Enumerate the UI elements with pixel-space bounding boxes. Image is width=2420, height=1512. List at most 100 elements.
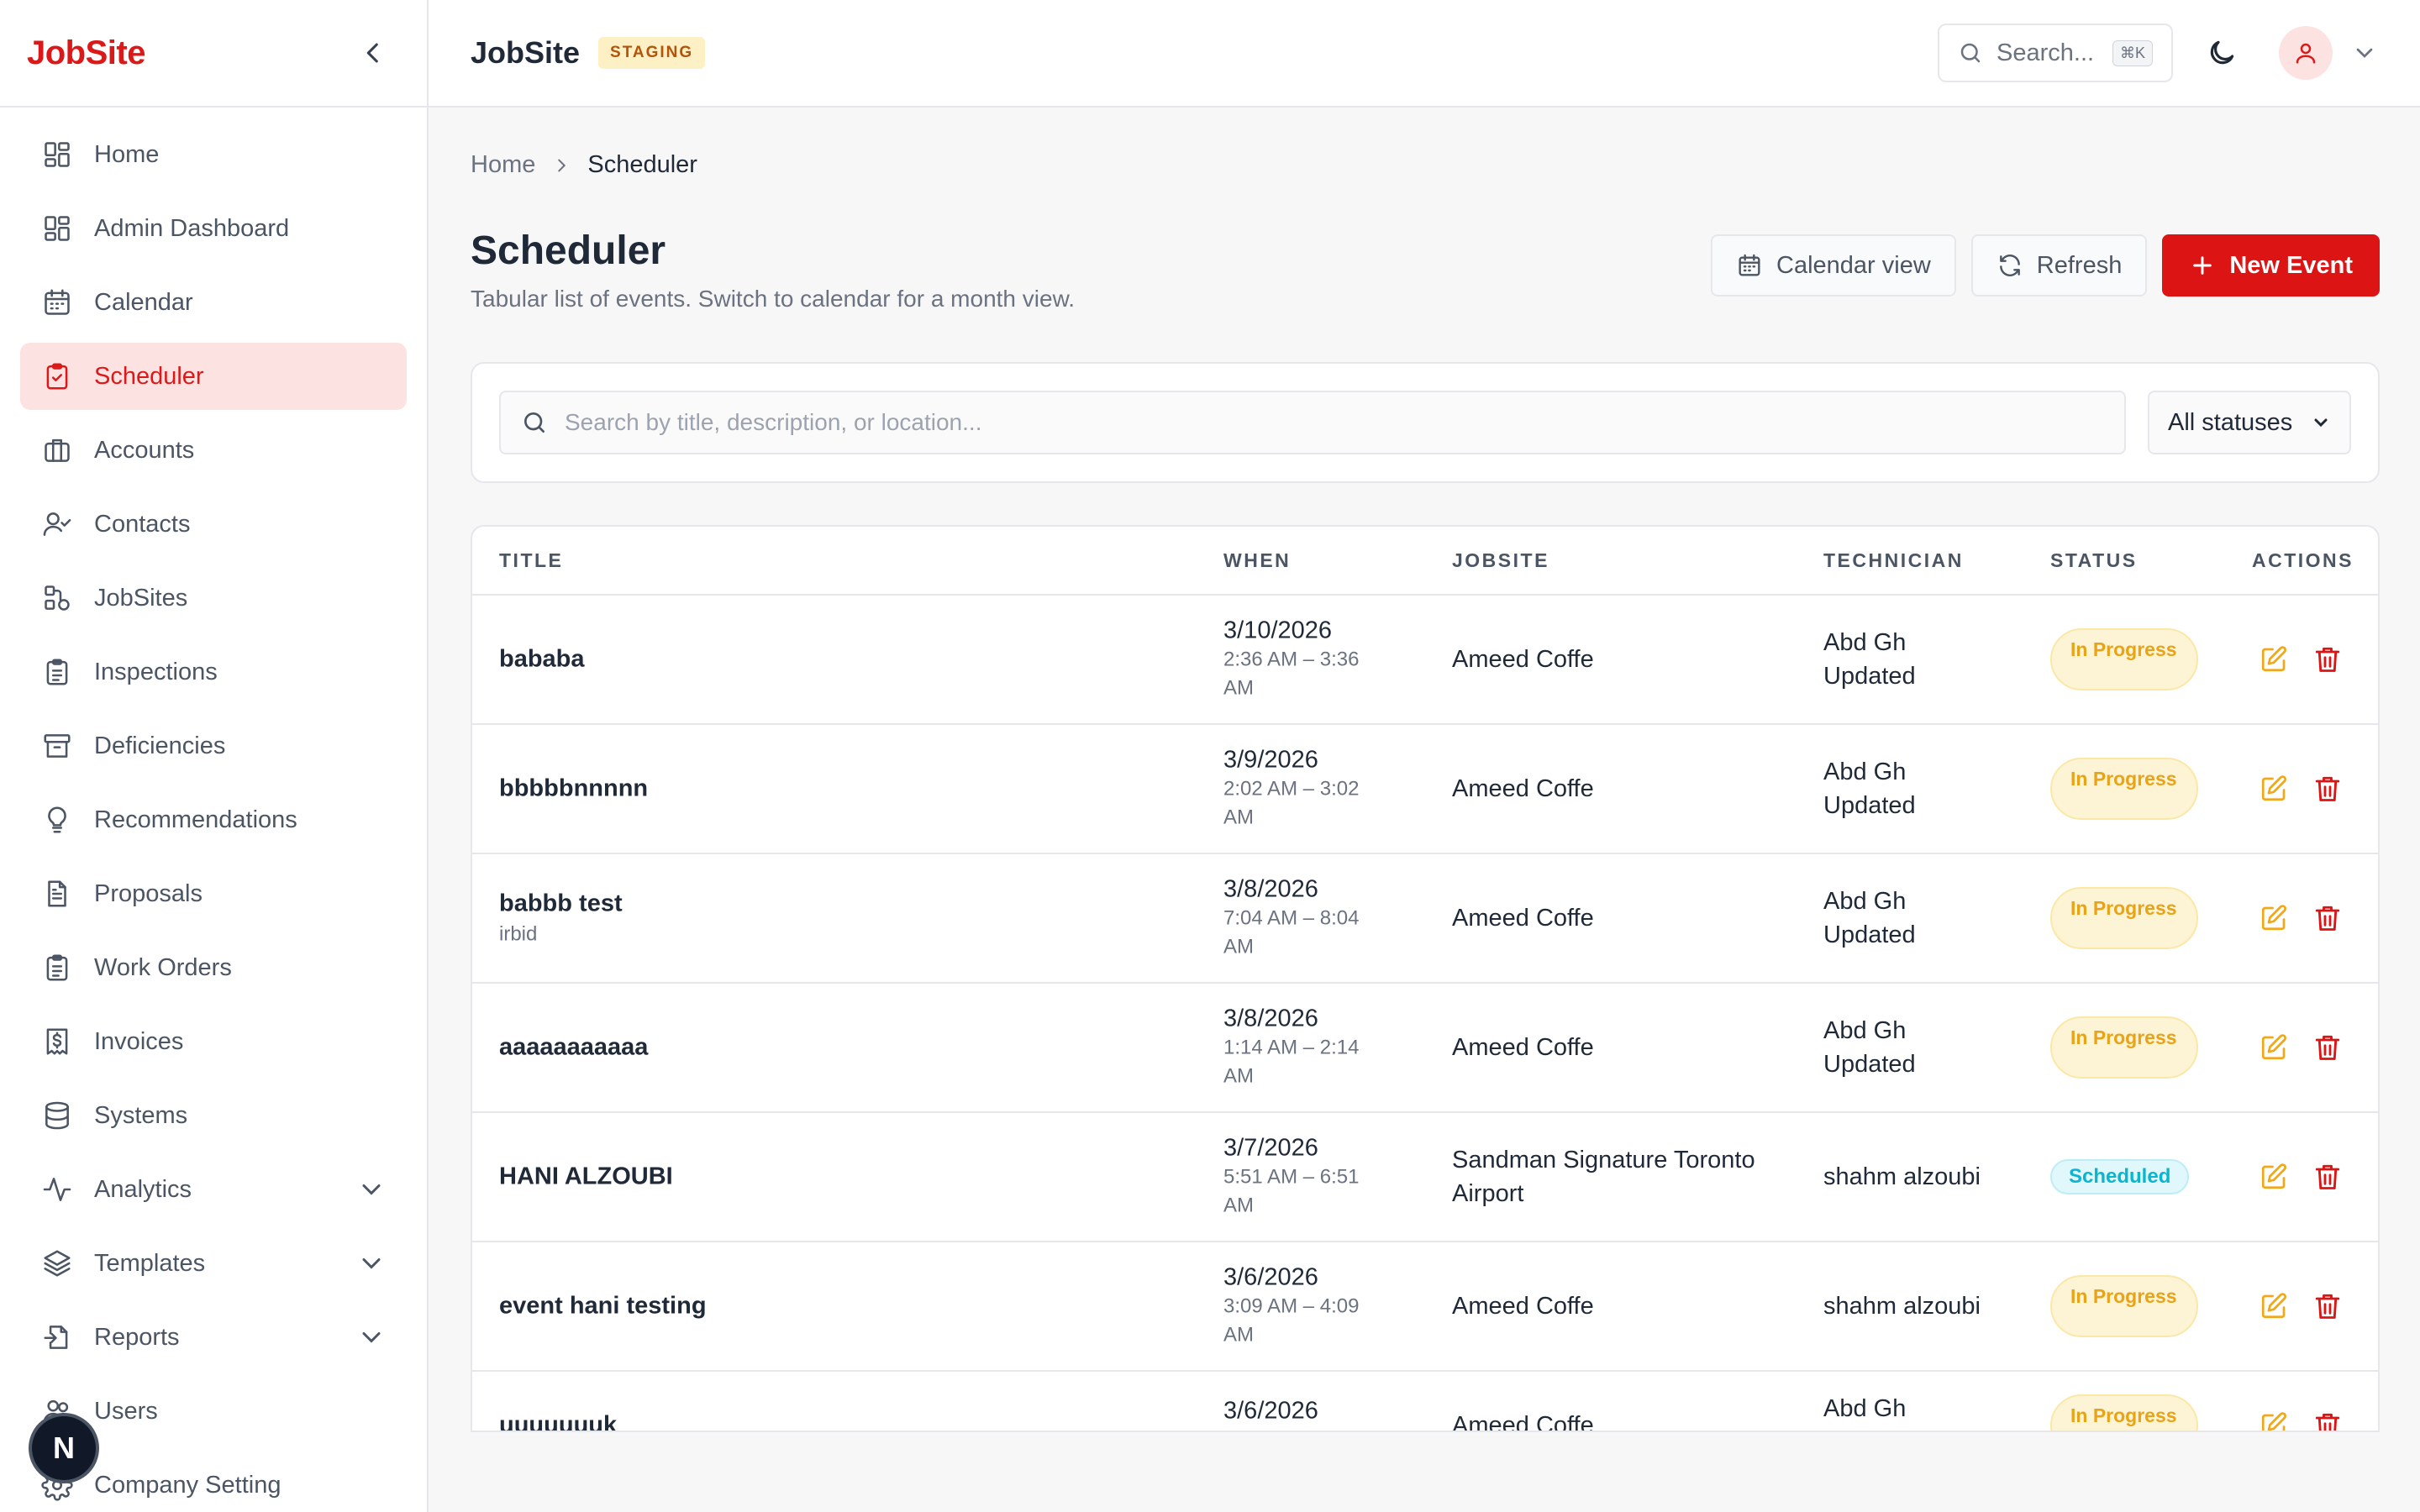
sidebar-item-systems[interactable]: Systems bbox=[20, 1082, 407, 1149]
breadcrumb-home[interactable]: Home bbox=[471, 151, 535, 179]
column-header-title[interactable]: TITLE bbox=[499, 549, 563, 572]
file-export-icon bbox=[40, 1320, 74, 1354]
event-time-suffix: AM bbox=[1223, 676, 1254, 700]
edit-button[interactable] bbox=[2259, 1291, 2289, 1321]
edit-button[interactable] bbox=[2259, 903, 2289, 933]
page-header: Scheduler Tabular list of events. Switch… bbox=[471, 228, 2380, 320]
delete-button[interactable] bbox=[2312, 903, 2343, 933]
event-title-cell: babbb test irbid bbox=[499, 890, 623, 947]
column-header-technician[interactable]: TECHNICIAN bbox=[1823, 549, 1964, 572]
table-row[interactable]: babbb test irbid 3/8/2026 7:04 AM – 8:04 AM A… bbox=[472, 854, 2378, 984]
chevron-down-icon[interactable] bbox=[356, 1174, 387, 1205]
event-title[interactable]: aaaaaaaaaaa bbox=[499, 1034, 648, 1062]
status-filter-select[interactable]: All statuses bbox=[2148, 391, 2351, 454]
delete-button[interactable] bbox=[2312, 1410, 2343, 1431]
sidebar-item-label: Analytics bbox=[94, 1175, 192, 1203]
edit-button[interactable] bbox=[2259, 644, 2289, 675]
global-search[interactable]: Search... ⌘K bbox=[1938, 24, 2173, 82]
sidebar-item-label: Inspections bbox=[94, 658, 218, 685]
edit-button[interactable] bbox=[2259, 774, 2289, 804]
event-time-range: 2:02 AM – 3:02 bbox=[1223, 777, 1360, 801]
event-time-suffix: AM bbox=[1223, 1323, 1254, 1347]
delete-button[interactable] bbox=[2312, 774, 2343, 804]
trash-icon bbox=[2315, 906, 2340, 931]
edit-button[interactable] bbox=[2259, 1410, 2289, 1431]
event-title[interactable]: babbb test bbox=[499, 890, 623, 918]
theme-toggle-button[interactable] bbox=[2196, 28, 2247, 78]
sidebar-item-calendar[interactable]: Calendar bbox=[20, 269, 407, 336]
sidebar-item-reports[interactable]: Reports bbox=[20, 1304, 407, 1371]
sidebar-item-templates[interactable]: Templates bbox=[20, 1230, 407, 1297]
event-time-range: 1:11 AM – 2:11 AM bbox=[1223, 1427, 1392, 1431]
sidebar-item-invoices[interactable]: Invoices bbox=[20, 1008, 407, 1075]
calendar-view-button[interactable]: Calendar view bbox=[1711, 234, 1956, 297]
sidebar-item-analytics[interactable]: Analytics bbox=[20, 1156, 407, 1223]
calendar-view-label: Calendar view bbox=[1776, 251, 1931, 279]
user-check-icon bbox=[40, 507, 74, 541]
trash-icon bbox=[2315, 647, 2340, 672]
sidebar-item-scheduler[interactable]: Scheduler bbox=[20, 343, 407, 410]
chevron-down-icon[interactable] bbox=[356, 1248, 387, 1278]
sidebar-item-inspections[interactable]: Inspections bbox=[20, 638, 407, 706]
sidebar-item-home[interactable]: Home bbox=[20, 121, 407, 188]
sidebar-item-contacts[interactable]: Contacts bbox=[20, 491, 407, 558]
column-header-status[interactable]: STATUS bbox=[2050, 549, 2138, 572]
event-title[interactable]: HANI ALZOUBI bbox=[499, 1163, 673, 1191]
event-search[interactable] bbox=[499, 391, 2126, 454]
delete-button[interactable] bbox=[2312, 1291, 2343, 1321]
sidebar-item-label: Scheduler bbox=[94, 362, 204, 390]
app-logo[interactable]: JobSite bbox=[27, 34, 145, 72]
table-row[interactable]: bababa 3/10/2026 2:36 AM – 3:36 AM Ameed Cof… bbox=[472, 596, 2378, 725]
event-time-range: 5:51 AM – 6:51 bbox=[1223, 1165, 1360, 1189]
layers-icon bbox=[40, 1247, 74, 1280]
table-row[interactable]: aaaaaaaaaaa 3/8/2026 1:14 AM – 2:14 AM Ameed… bbox=[472, 984, 2378, 1113]
event-title[interactable]: event hani testing bbox=[499, 1293, 707, 1320]
event-title-cell: HANI ALZOUBI bbox=[499, 1163, 673, 1191]
sidebar-item-jobsites[interactable]: JobSites bbox=[20, 564, 407, 632]
chevron-left-icon bbox=[366, 43, 378, 63]
sidebar-item-deficiencies[interactable]: Deficiencies bbox=[20, 712, 407, 780]
sidebar-item-recommendations[interactable]: Recommendations bbox=[20, 786, 407, 853]
edit-icon bbox=[2261, 775, 2287, 801]
new-event-button[interactable]: New Event bbox=[2162, 234, 2380, 297]
event-title[interactable]: uuuuuuuk bbox=[499, 1412, 617, 1431]
column-header-jobsite[interactable]: JOBSITE bbox=[1452, 549, 1549, 572]
collapse-sidebar-button[interactable] bbox=[356, 36, 390, 70]
edit-button[interactable] bbox=[2259, 1032, 2289, 1063]
briefcase-icon bbox=[40, 433, 74, 467]
sidebar-item-work-orders[interactable]: Work Orders bbox=[20, 934, 407, 1001]
user-avatar[interactable] bbox=[2279, 26, 2333, 80]
sidebar-item-label: Work Orders bbox=[94, 953, 232, 981]
search-shortcut: ⌘K bbox=[2112, 39, 2153, 66]
event-title[interactable]: bbbbbnnnnn bbox=[499, 775, 648, 803]
event-status-cell: In Progress bbox=[2050, 628, 2198, 690]
status-badge: In Progress bbox=[2050, 758, 2198, 820]
event-technician: shahm alzoubi bbox=[1823, 1293, 1981, 1320]
event-search-input[interactable] bbox=[565, 409, 2104, 436]
delete-button[interactable] bbox=[2312, 1162, 2343, 1192]
sidebar-item-proposals[interactable]: Proposals bbox=[20, 860, 407, 927]
filter-card: All statuses bbox=[471, 362, 2380, 483]
sidebar-item-label: Home bbox=[94, 140, 160, 168]
sidebar-item-label: Templates bbox=[94, 1249, 206, 1277]
event-title[interactable]: bababa bbox=[499, 646, 585, 674]
sidebar-item-label: Company Setting bbox=[94, 1471, 281, 1499]
table-row[interactable]: uuuuuuuk 3/6/2026 1:11 AM – 2:11 AM Ameed C… bbox=[472, 1372, 2378, 1431]
column-header-when[interactable]: WHEN bbox=[1223, 549, 1291, 572]
event-title-cell: uuuuuuuk bbox=[499, 1412, 617, 1431]
refresh-button[interactable]: Refresh bbox=[1970, 234, 2148, 297]
status-badge: In Progress bbox=[2050, 1394, 2198, 1431]
floating-dev-badge[interactable]: N bbox=[32, 1416, 96, 1480]
sidebar-item-accounts[interactable]: Accounts bbox=[20, 417, 407, 484]
event-technician: Abd Gh Updated bbox=[1823, 1395, 1916, 1431]
table-row[interactable]: HANI ALZOUBI 3/7/2026 5:51 AM – 6:51 AM Sand… bbox=[472, 1113, 2378, 1242]
table-row[interactable]: bbbbbnnnnn 3/9/2026 2:02 AM – 3:02 AM Ameed … bbox=[472, 725, 2378, 854]
event-description: irbid bbox=[499, 922, 538, 946]
chevron-down-icon[interactable] bbox=[356, 1322, 387, 1352]
delete-button[interactable] bbox=[2312, 1032, 2343, 1063]
delete-button[interactable] bbox=[2312, 644, 2343, 675]
edit-button[interactable] bbox=[2259, 1162, 2289, 1192]
table-row[interactable]: event hani testing 3/6/2026 3:09 AM – 4:09… bbox=[472, 1242, 2378, 1372]
sidebar-item-admin-dashboard[interactable]: Admin Dashboard bbox=[20, 195, 407, 262]
chevron-down-icon[interactable] bbox=[2351, 39, 2378, 66]
